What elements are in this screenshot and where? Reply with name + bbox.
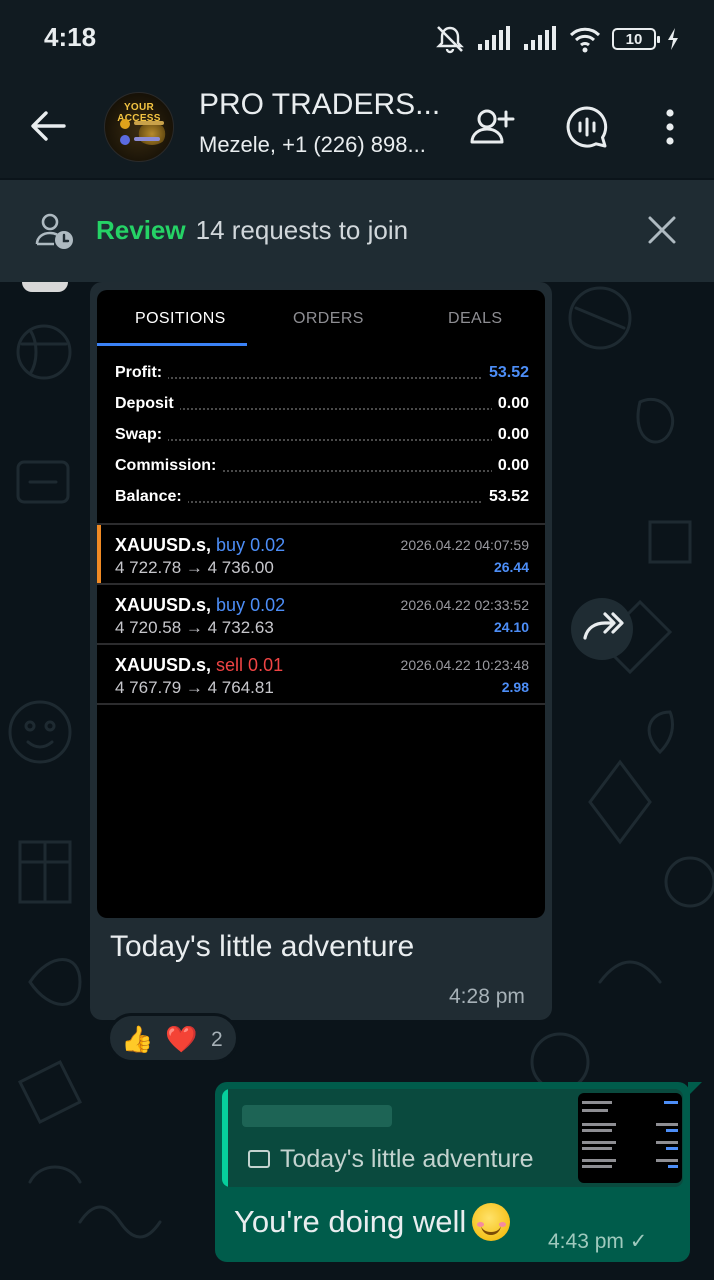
photo-icon — [248, 1150, 270, 1168]
thumbs-up-icon: 👍 — [121, 1024, 154, 1054]
add-participant-icon[interactable] — [466, 102, 516, 152]
outgoing-time: 4:43 pm ✓ — [548, 1230, 648, 1253]
review-link[interactable]: Review — [96, 215, 186, 245]
positions-tabs: POSITIONS ORDERS DEALS — [97, 290, 545, 348]
quote-bar — [222, 1089, 228, 1187]
reaction-count: 2 — [211, 1028, 223, 1051]
trading-screenshot-image[interactable]: POSITIONS ORDERS DEALS Profit: 53.52 Dep… — [97, 290, 545, 918]
trade-side: buy 0.02 — [216, 595, 286, 615]
trade-profit: 24.10 — [493, 619, 529, 635]
message-time: 4:28 pm — [449, 985, 525, 1008]
reactions-pill[interactable]: 👍 ❤️ 2 — [107, 1013, 239, 1063]
status-bar: 4:18 10 — [0, 0, 714, 78]
account-label: Swap: — [115, 426, 169, 444]
banner-text: Review 14 requests to join — [96, 215, 408, 246]
quoted-text-row: Today's little adventure — [248, 1145, 534, 1174]
more-options-icon[interactable] — [646, 102, 696, 152]
account-value: 0.00 — [491, 457, 529, 475]
account-value: 53.52 — [482, 488, 529, 506]
trade-prices: 4 720.58 → 4 732.63 — [115, 618, 274, 637]
battery-icon: 10 — [612, 28, 660, 50]
sender-avatar[interactable] — [22, 282, 68, 292]
trade-symbol: XAUUSD.s, — [115, 655, 212, 675]
account-label: Deposit — [115, 395, 180, 413]
mute-bell-icon — [436, 26, 464, 54]
trade-side: buy 0.02 — [216, 535, 286, 555]
wifi-icon — [569, 27, 601, 53]
account-row-swap: Swap: 0.00 — [115, 426, 529, 450]
trade-row: XAUUSD.s, buy 0.02 4 722.78 → 4 736.00 2… — [97, 525, 545, 583]
tab-orders: ORDERS — [293, 310, 364, 327]
trade-time: 2026.04.22 10:23:48 — [400, 657, 529, 673]
account-row-deposit: Deposit 0.00 — [115, 395, 529, 419]
quoted-image-thumbnail — [578, 1093, 682, 1183]
quoted-message[interactable]: Today's little adventure — [222, 1089, 683, 1187]
forward-icon — [583, 612, 624, 640]
chat-header: YOUR ACCESS PRO TRADERS... Mezele, +1 (2… — [0, 78, 714, 178]
trade-profit: 26.44 — [493, 559, 529, 575]
smiling-face-icon — [472, 1203, 511, 1241]
quoted-text: Today's little adventure — [280, 1145, 534, 1173]
join-requests-banner[interactable]: Review 14 requests to join — [0, 180, 714, 282]
forward-button[interactable] — [571, 598, 633, 660]
signal-icon — [478, 26, 510, 50]
trade-symbol: XAUUSD.s, — [115, 595, 212, 615]
back-arrow-icon[interactable] — [26, 104, 70, 148]
charging-icon — [668, 28, 678, 50]
trade-row: XAUUSD.s, buy 0.02 4 720.58 → 4 732.63 2… — [97, 585, 545, 643]
account-row-profit: Profit: 53.52 — [115, 364, 529, 388]
status-icons: 10 — [434, 22, 680, 56]
selected-row-marker — [97, 525, 101, 583]
group-name[interactable]: PRO TRADERS... — [199, 88, 440, 122]
divider — [97, 703, 545, 705]
trade-profit: 2.98 — [501, 679, 529, 695]
quoted-sender-blurred — [242, 1105, 392, 1127]
account-value: 0.00 — [491, 426, 529, 444]
trade-time: 2026.04.22 04:07:59 — [400, 537, 529, 553]
requests-count-text: 14 requests to join — [195, 215, 409, 245]
voice-chat-icon[interactable] — [562, 102, 612, 152]
outgoing-message-text: You're doing well — [234, 1204, 467, 1239]
message-caption: Today's little adventure — [110, 930, 415, 963]
account-value: 53.52 — [482, 364, 529, 382]
account-label: Commission: — [115, 457, 223, 475]
trade-prices: 4 722.78 → 4 736.00 — [115, 558, 274, 577]
active-tab-indicator — [97, 343, 247, 346]
group-avatar[interactable]: YOUR ACCESS — [104, 92, 174, 162]
group-members[interactable]: Mezele, +1 (226) 898... — [199, 132, 426, 158]
account-label: Balance: — [115, 488, 188, 506]
trade-symbol: XAUUSD.s, — [115, 535, 212, 555]
account-label: Profit: — [115, 364, 169, 382]
account-value: 0.00 — [491, 395, 529, 413]
trade-prices: 4 767.79 → 4 764.81 — [115, 678, 274, 697]
outgoing-text: You're doing well — [234, 1203, 511, 1241]
status-time: 4:18 — [44, 22, 97, 52]
heart-icon: ❤️ — [165, 1024, 198, 1054]
tab-positions: POSITIONS — [135, 310, 226, 327]
tab-deals: DEALS — [448, 310, 503, 327]
account-row-commission: Commission: 0.00 — [115, 457, 529, 481]
trade-time: 2026.04.22 02:33:52 — [400, 597, 529, 613]
trade-row: XAUUSD.s, sell 0.01 4 767.79 → 4 764.81 … — [97, 645, 545, 703]
close-icon[interactable] — [646, 214, 678, 246]
signal-icon-2 — [524, 26, 556, 50]
pending-user-icon — [35, 213, 73, 249]
trade-side: sell 0.01 — [216, 655, 284, 675]
account-row-balance: Balance: 53.52 — [115, 488, 529, 512]
